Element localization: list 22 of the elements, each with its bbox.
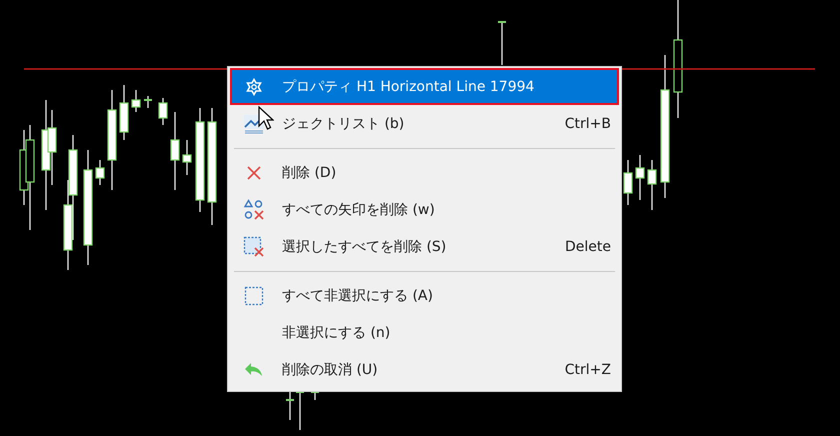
menu-item[interactable]: 削除 (D) — [230, 154, 619, 191]
selection-delete-icon — [243, 236, 265, 258]
menu-item[interactable]: すべての矢印を削除 (w) — [230, 191, 619, 228]
menu-item[interactable]: すべて非選択にする (A) — [230, 277, 619, 314]
menu-item[interactable]: プロパティ H1 Horizontal Line 17994 — [230, 68, 619, 105]
menu-item[interactable]: 選択したすべてを削除 (S) Delete — [230, 228, 619, 265]
undo-icon — [244, 362, 264, 378]
menu-item[interactable]: 非選択にする (n) — [230, 314, 619, 351]
gear-icon — [245, 78, 263, 96]
candlestick — [158, 98, 168, 125]
close-icon — [246, 164, 262, 180]
candlestick — [182, 140, 192, 175]
menu-item[interactable]: 削除の取消 (U) Ctrl+Z — [230, 351, 619, 388]
candlestick — [144, 96, 152, 108]
candlestick — [119, 85, 129, 140]
candlestick — [635, 155, 645, 200]
shapes-delete-icon — [243, 198, 265, 220]
candlestick — [647, 160, 657, 210]
cursor-icon — [258, 106, 274, 132]
candlestick — [95, 160, 105, 185]
dotted-square-icon — [244, 286, 264, 306]
candlestick — [131, 90, 141, 112]
